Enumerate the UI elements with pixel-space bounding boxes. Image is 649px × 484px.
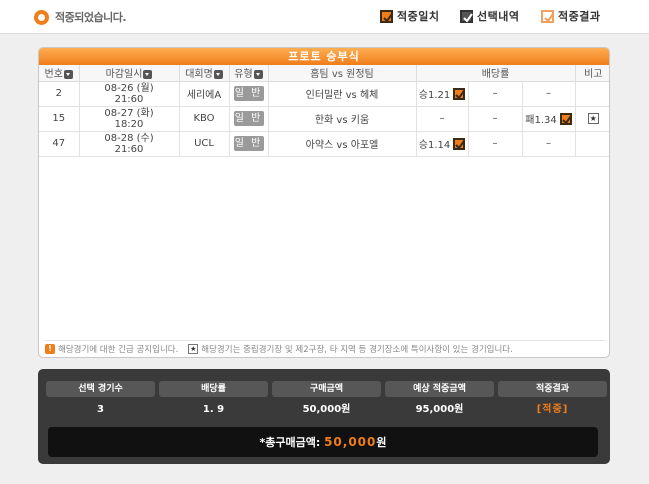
col-type-header[interactable]: 유형 (228, 65, 269, 82)
row-match: 한화 vs 키움 (267, 105, 417, 132)
type-badge: 일 반 (233, 136, 264, 151)
row-note: ★ (574, 105, 609, 132)
row-league: UCL (178, 130, 230, 157)
total-label: *총구매금액: (259, 436, 325, 449)
summary-header-result: 적중결과 (498, 381, 607, 397)
type-badge: 일 반 (233, 111, 264, 126)
alert-icon: ! (45, 343, 55, 354)
row-odd-draw[interactable]: – (467, 80, 523, 107)
row-deadline: 08-28 (수) 21:60 (78, 130, 180, 157)
legend-label: 선택내역 (477, 10, 520, 23)
summary-header-count: 선택 경기수 (46, 381, 155, 397)
legend-hit-result: 적중결과 (541, 7, 600, 25)
row-type: 일 반 (228, 80, 269, 107)
row-type: 일 반 (228, 130, 269, 157)
table-row: 15 08-27 (화) 18:20 KBO 일 반 한화 vs 키움 – – 패… (39, 105, 609, 132)
gray-check-box-icon (460, 9, 473, 23)
row-odd-lose[interactable]: – (521, 130, 576, 157)
neutral-venue-star-icon: ★ (587, 113, 599, 124)
table-header-row: 번호 마감일시 대회명 유형 홈팀 vs 원정팀 배당률 비고 (39, 65, 609, 82)
legend-label: 적중결과 (558, 10, 601, 23)
table-row: 2 08-26 (월) 21:60 세리에A 일 반 인터밀란 vs 헤체 승1.… (39, 80, 609, 107)
notice-bar: ! 해당경기에 대한 긴급 공지입니다. ★ 해당경기는 중립경기장 및 제2구… (45, 340, 605, 355)
games-panel: 프로토 승부식 번호 마감일시 대회명 유형 홈팀 vs 원정팀 배당률 비고 … (38, 47, 610, 358)
selected-check-icon[interactable] (559, 112, 572, 125)
total-amount: 50,000 (324, 435, 377, 449)
row-no: 2 (39, 80, 80, 107)
summary-header-amount: 구매금액 (272, 381, 381, 397)
type-badge: 일 반 (233, 86, 264, 101)
selected-check-icon[interactable] (453, 87, 466, 100)
notice-urgent-text: 해당경기에 대한 긴급 공지입니다. (58, 344, 179, 355)
legend-selection: 선택내역 (460, 7, 519, 25)
summary-header-expected: 예상 적중금액 (385, 381, 494, 397)
panel-title: 프로토 승부식 (39, 48, 609, 65)
status-message: 적중되었습니다. (34, 8, 127, 26)
row-league: 세리에A (178, 80, 230, 107)
total-purchase-bar: *총구매금액: 50,000원 (48, 427, 598, 457)
header-bar: 적중되었습니다. 적중일치 선택내역 적중결과 (0, 0, 649, 34)
col-league-header[interactable]: 대회명 (178, 65, 230, 82)
notice-venue-text: 해당경기는 중립경기장 및 제2구장, 타 지역 등 경기장소에 특이사항이 있… (201, 344, 513, 355)
purchase-summary: 선택 경기수 배당률 구매금액 예상 적중금액 적중결과 3 1. 9 50,0… (38, 369, 610, 464)
row-odd-draw[interactable]: – (467, 105, 523, 132)
status-circle-icon (34, 9, 49, 25)
sort-down-icon[interactable] (143, 69, 153, 79)
summary-value-expected: 95,000원 (415, 404, 464, 415)
summary-value-amount: 50,000원 (302, 404, 351, 415)
row-odd-draw[interactable]: – (467, 130, 523, 157)
status-text: 적중되었습니다. (55, 11, 127, 24)
table-row: 47 08-28 (수) 21:60 UCL 일 반 아약스 vs 아포엘 승1.… (39, 130, 609, 157)
row-match: 아약스 vs 아포엘 (267, 130, 417, 157)
selected-check-icon[interactable] (453, 137, 466, 150)
legend-label: 적중일치 (397, 10, 440, 23)
row-deadline: 08-26 (월) 21:60 (78, 80, 180, 107)
row-odd-win[interactable]: 승1.14 (415, 130, 469, 157)
col-match-header: 홈팀 vs 원정팀 (267, 65, 417, 82)
star-icon: ★ (188, 343, 199, 354)
col-odds-header: 배당률 (415, 65, 576, 82)
legend-hit-match: 적중일치 (380, 7, 439, 25)
summary-headers: 선택 경기수 배당률 구매금액 예상 적중금액 적중결과 (46, 381, 607, 397)
outline-check-box-icon (541, 9, 554, 23)
total-unit: 원 (376, 436, 387, 449)
row-note (574, 80, 609, 107)
row-odd-win[interactable]: 승1.21 (415, 80, 469, 107)
sort-down-icon[interactable] (253, 69, 263, 79)
sort-down-icon[interactable] (63, 69, 73, 79)
summary-value-count: 3 (97, 404, 104, 415)
row-odd-lose[interactable]: 패1.34 (521, 105, 576, 132)
row-type: 일 반 (228, 105, 269, 132)
col-no-header[interactable]: 번호 (39, 65, 80, 82)
summary-value-result: [적중] (536, 404, 569, 415)
summary-value-odds: 1. 9 (202, 404, 225, 415)
row-note (574, 130, 609, 157)
row-deadline: 08-27 (화) 18:20 (78, 105, 180, 132)
sort-down-icon[interactable] (213, 69, 223, 79)
row-odd-lose[interactable]: – (521, 80, 576, 107)
row-no: 15 (39, 105, 80, 132)
row-league: KBO (178, 105, 230, 132)
col-note-header: 비고 (574, 65, 609, 82)
orange-check-box-icon (380, 9, 393, 23)
row-no: 47 (39, 130, 80, 157)
row-odd-win[interactable]: – (415, 105, 469, 132)
games-table: 번호 마감일시 대회명 유형 홈팀 vs 원정팀 배당률 비고 2 08-26 … (39, 65, 609, 157)
summary-header-odds: 배당률 (159, 381, 268, 397)
col-deadline-header[interactable]: 마감일시 (78, 65, 180, 82)
row-match: 인터밀란 vs 헤체 (267, 80, 417, 107)
summary-values: 3 1. 9 50,000원 95,000원 [적중] (46, 401, 607, 419)
